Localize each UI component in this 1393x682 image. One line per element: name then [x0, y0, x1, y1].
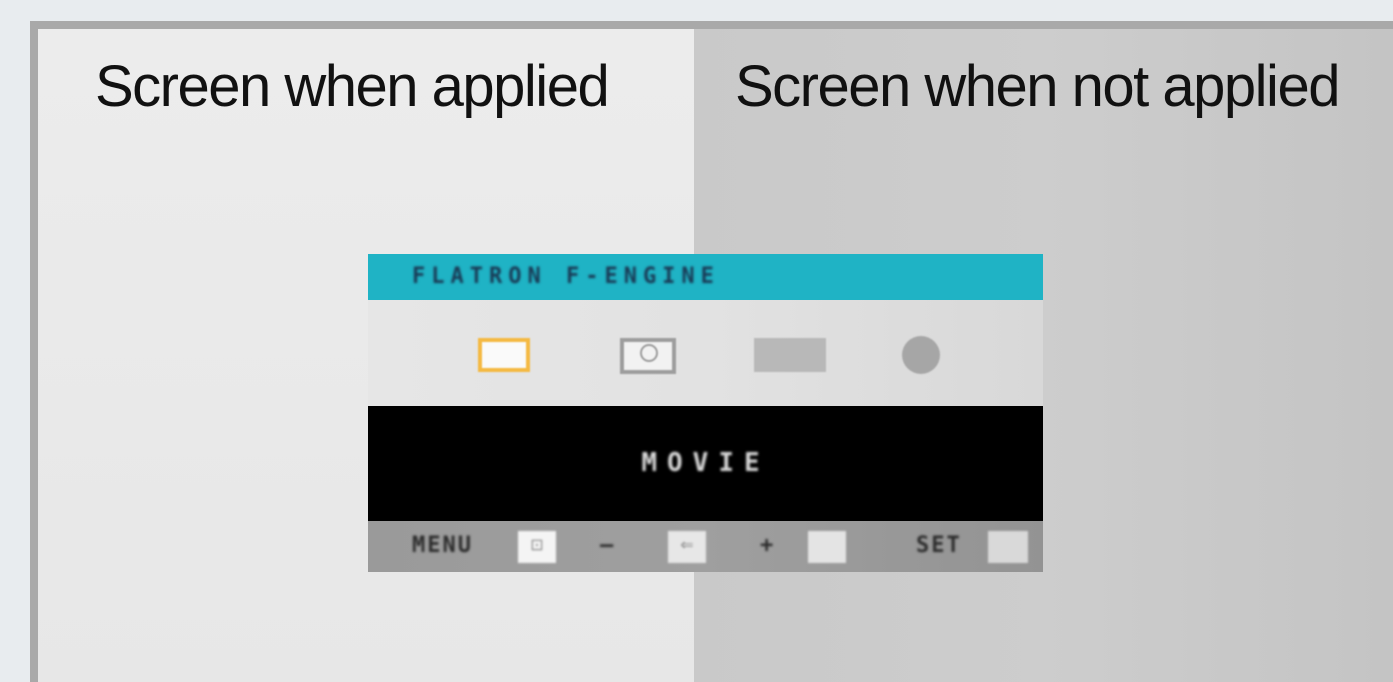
osd-footer: MENU ⊡ – ⇐ + SET	[368, 521, 1043, 572]
minus-label: –	[600, 533, 614, 558]
bars-icon[interactable]	[754, 338, 826, 372]
monitor-icon[interactable]	[620, 338, 676, 374]
not-applied-label: Screen when not applied	[735, 54, 1340, 119]
osd-mode-label: MOVIE	[641, 448, 770, 478]
osd-menu: FLATRON F-ENGINE MOVIE MENU ⊡ – ⇐ + SET	[368, 254, 1043, 572]
minus-button[interactable]: ⇐	[668, 531, 706, 563]
set-label: SET	[916, 533, 962, 558]
menu-button[interactable]: ⊡	[518, 531, 556, 563]
dot-icon[interactable]	[902, 336, 940, 374]
set-button[interactable]	[988, 531, 1028, 563]
osd-icon-row	[368, 300, 1043, 406]
menu-label: MENU	[412, 533, 473, 558]
left-arrow-icon: ⇐	[680, 537, 694, 554]
applied-label: Screen when applied	[95, 54, 610, 119]
comparison-figure: Screen when applied Screen when not appl…	[0, 0, 1393, 682]
menu-glyph-icon: ⊡	[530, 537, 544, 554]
plus-button[interactable]	[808, 531, 846, 563]
osd-mode-display: MOVIE	[368, 406, 1043, 521]
plus-label: +	[760, 533, 774, 558]
osd-title-bar: FLATRON F-ENGINE	[368, 254, 1043, 300]
osd-title: FLATRON F-ENGINE	[412, 264, 720, 289]
screen-icon[interactable]	[478, 338, 530, 372]
